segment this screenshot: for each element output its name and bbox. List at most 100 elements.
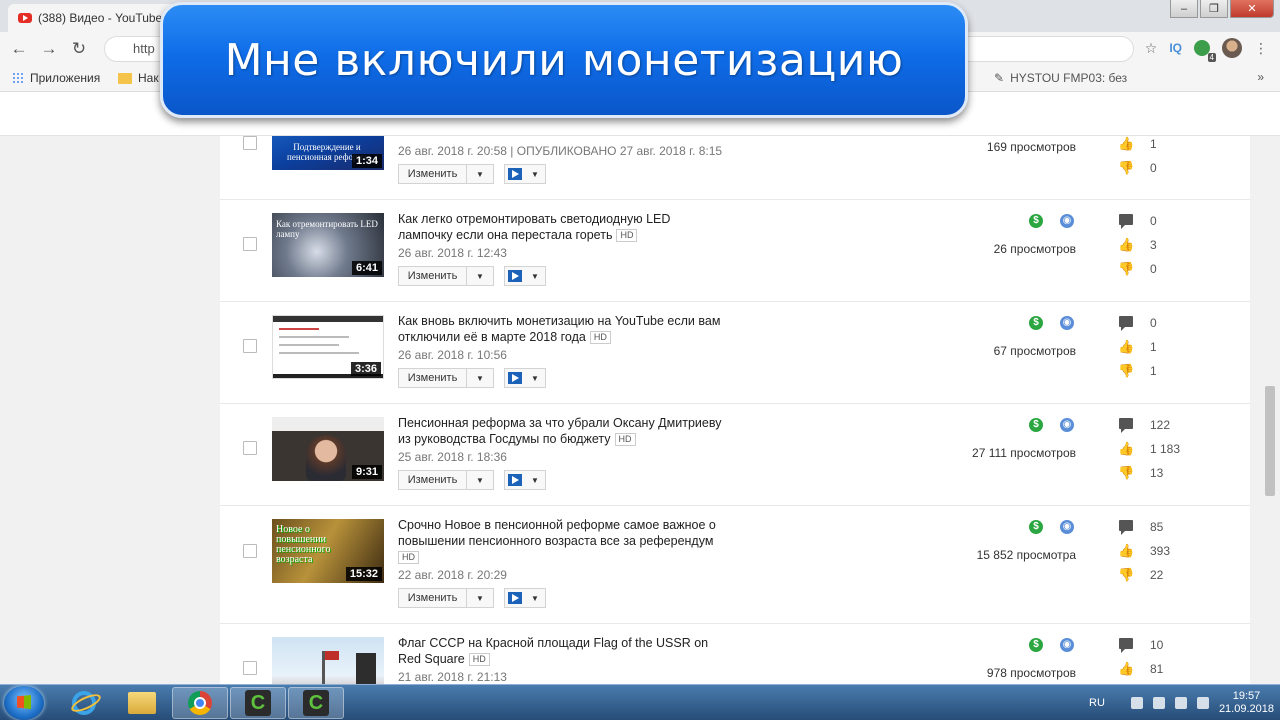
security-icon[interactable]: [1152, 697, 1165, 709]
minimize-button[interactable]: –: [1170, 0, 1198, 18]
bookmark-apps[interactable]: Приложения: [12, 71, 100, 85]
network-icon[interactable]: [1174, 697, 1187, 709]
back-arrow-icon[interactable]: ←: [4, 34, 34, 64]
video-title[interactable]: Флаг СССР на Красной площади Flag of the…: [398, 635, 728, 667]
comment-icon[interactable]: [1118, 520, 1134, 535]
menu-kebab-icon[interactable]: ⋮: [1254, 40, 1268, 57]
start-button[interactable]: [4, 686, 44, 720]
row-checkbox[interactable]: [243, 136, 257, 150]
row-checkbox[interactable]: [243, 544, 257, 558]
edit-button[interactable]: Изменить ▼: [398, 266, 494, 286]
dropdown-caret-icon[interactable]: ▼: [525, 267, 545, 285]
dropdown-caret-icon[interactable]: ▼: [467, 589, 493, 607]
thumbs-down-icon[interactable]: 👎: [1118, 568, 1134, 582]
taskbar-ie[interactable]: [56, 687, 112, 719]
comment-icon[interactable]: [1118, 418, 1134, 433]
profile-avatar[interactable]: [1222, 38, 1242, 58]
volume-icon[interactable]: [1196, 697, 1209, 709]
edit-button[interactable]: Изменить ▼: [398, 588, 494, 608]
comment-icon[interactable]: [1118, 214, 1134, 229]
language-indicator[interactable]: RU: [1089, 697, 1105, 709]
dropdown-caret-icon[interactable]: ▼: [467, 471, 493, 489]
video-title-text: Как вновь включить монетизацию на YouTub…: [398, 314, 721, 344]
close-button[interactable]: ✕: [1230, 0, 1274, 18]
comment-icon[interactable]: [1118, 316, 1134, 331]
video-title[interactable]: Как вновь включить монетизацию на YouTub…: [398, 313, 728, 345]
view-count: 15 852 просмотра: [976, 548, 1076, 562]
reload-icon[interactable]: ↻: [64, 34, 94, 64]
dropdown-caret-icon[interactable]: ▼: [525, 369, 545, 387]
edit-button[interactable]: Изменить ▼: [398, 470, 494, 490]
clock[interactable]: 19:57 21.09.2018: [1219, 690, 1274, 716]
promote-button[interactable]: ▼: [504, 164, 546, 184]
promote-button[interactable]: ▼: [504, 368, 546, 388]
comment-count: 0: [1150, 214, 1157, 228]
bookmark-star-icon[interactable]: ☆: [1145, 40, 1158, 57]
thumbs-up-icon[interactable]: 👍: [1118, 340, 1134, 354]
file-explorer-icon: [128, 692, 156, 714]
dropdown-caret-icon[interactable]: ▼: [467, 165, 493, 183]
extension-badge-icon[interactable]: 4: [1194, 40, 1216, 62]
dropdown-caret-icon[interactable]: ▼: [525, 589, 545, 607]
thumbs-down-icon[interactable]: 👎: [1118, 161, 1134, 175]
camtasia-icon: C: [303, 690, 329, 716]
row-checkbox[interactable]: [243, 441, 257, 455]
video-thumbnail[interactable]: Подтверждение и пенсионная реформа 1:34: [272, 136, 384, 170]
forward-arrow-icon[interactable]: →: [34, 34, 64, 64]
maximize-button[interactable]: ❐: [1200, 0, 1228, 18]
video-date: 26 авг. 2018 г. 20:58 | ОПУБЛИКОВАНО 27 …: [398, 144, 723, 158]
edit-button[interactable]: Изменить ▼: [398, 368, 494, 388]
hd-badge: HD: [468, 653, 490, 666]
dislike-stat: 👎 0: [1118, 161, 1198, 176]
promote-button[interactable]: ▼: [504, 588, 546, 608]
monetization-dollar-icon: $: [1029, 418, 1043, 432]
video-thumbnail[interactable]: [272, 637, 384, 684]
edit-button[interactable]: Изменить ▼: [398, 164, 494, 184]
thumbs-up-icon[interactable]: 👍: [1118, 442, 1134, 456]
video-title[interactable]: Пенсионная реформа за что убрали Оксану …: [398, 415, 728, 447]
promote-icon: [505, 165, 525, 183]
dropdown-caret-icon[interactable]: ▼: [525, 165, 545, 183]
video-row: 9:31 Пенсионная реформа за что убрали Ок…: [220, 404, 1250, 506]
taskbar-camtasia-2[interactable]: C: [288, 687, 344, 719]
monetization-dollar-icon: $: [1029, 214, 1043, 228]
video-thumbnail[interactable]: 9:31: [272, 417, 384, 481]
video-thumbnail[interactable]: Новое о повышении пенсионного возраста 1…: [272, 519, 384, 583]
taskbar-chrome[interactable]: [172, 687, 228, 719]
browser-tab[interactable]: (388) Видео - YouTube: [8, 4, 178, 32]
row-checkbox[interactable]: [243, 661, 257, 675]
thumbs-down-icon[interactable]: 👎: [1118, 262, 1134, 276]
video-title[interactable]: Как легко отремонтировать светодиодную L…: [398, 211, 728, 243]
video-thumbnail[interactable]: 3:36: [272, 315, 384, 379]
taskbar-explorer[interactable]: [114, 687, 170, 719]
flag-icon[interactable]: [1130, 697, 1143, 709]
promote-button[interactable]: ▼: [504, 266, 546, 286]
bookmark-folder[interactable]: Нак: [118, 71, 159, 85]
comment-icon[interactable]: [1118, 638, 1134, 653]
video-title[interactable]: Срочно Новое в пенсионной реформе самое …: [398, 517, 728, 565]
video-date: 25 авг. 2018 г. 18:36: [398, 450, 507, 464]
iq-extension-icon[interactable]: IQ: [1169, 41, 1182, 55]
dropdown-caret-icon[interactable]: ▼: [525, 471, 545, 489]
thumbs-up-icon[interactable]: 👍: [1118, 137, 1134, 151]
like-stat: 👍 1: [1118, 340, 1198, 355]
more-bookmarks-icon[interactable]: »: [1257, 70, 1264, 84]
thumbs-down-icon[interactable]: 👎: [1118, 364, 1134, 378]
thumbs-down-icon[interactable]: 👎: [1118, 466, 1134, 480]
promote-button[interactable]: ▼: [504, 470, 546, 490]
dropdown-caret-icon[interactable]: ▼: [467, 267, 493, 285]
row-checkbox[interactable]: [243, 339, 257, 353]
thumbs-up-icon[interactable]: 👍: [1118, 238, 1134, 252]
video-thumbnail[interactable]: Как отремонтировать LED лампу 6:41: [272, 213, 384, 277]
taskbar-camtasia-1[interactable]: C: [230, 687, 286, 719]
bookmark-hystou[interactable]: ✎ HYSTOU FMP03: без: [994, 71, 1127, 85]
dropdown-caret-icon[interactable]: ▼: [467, 369, 493, 387]
scrollbar-thumb[interactable]: [1265, 386, 1275, 496]
thumbs-up-icon[interactable]: 👍: [1118, 662, 1134, 676]
thumbs-up-icon[interactable]: 👍: [1118, 544, 1134, 558]
public-globe-icon: ◉: [1060, 316, 1074, 330]
monetization-dollar-icon: $: [1029, 638, 1043, 652]
row-checkbox[interactable]: [243, 237, 257, 251]
dislike-count: 0: [1150, 161, 1157, 175]
promote-icon: [505, 267, 525, 285]
